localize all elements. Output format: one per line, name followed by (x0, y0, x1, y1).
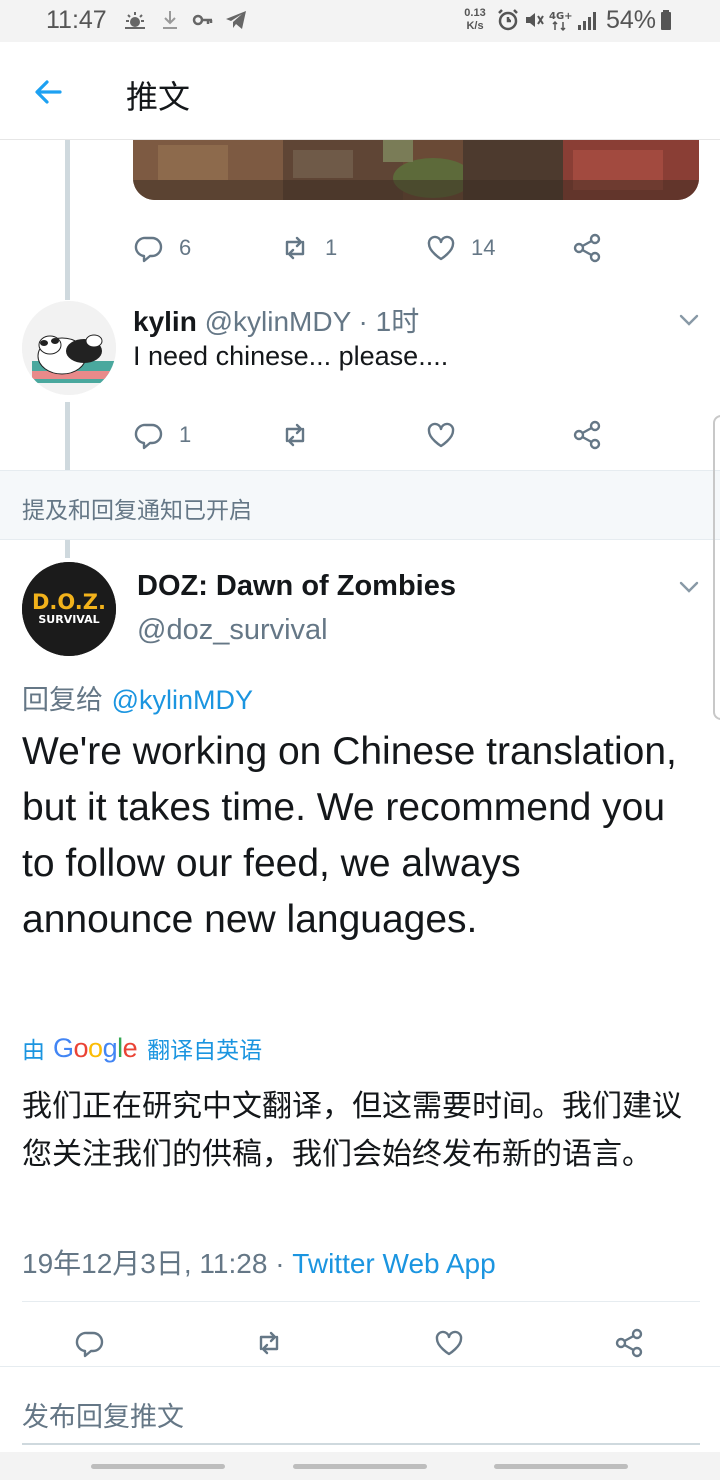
reply-to-handle-link[interactable]: @kylinMDY (112, 685, 253, 715)
reply-button[interactable]: 6 (133, 228, 191, 268)
avatar-logo-subtext: SURVIVAL (38, 613, 99, 626)
thread-line (65, 540, 70, 558)
avatar-logo-text: D.O.Z. (32, 590, 106, 614)
share-button[interactable] (571, 228, 603, 268)
divider (22, 1301, 700, 1302)
share-button[interactable] (613, 1323, 645, 1363)
like-button[interactable] (433, 1323, 465, 1363)
reply-icon (134, 236, 163, 263)
tweet-media-image[interactable] (133, 140, 699, 200)
tweet-actions: 6 1 14 (0, 228, 720, 268)
retweet-icon (285, 423, 305, 447)
replying-to: 回复给 @kylinMDY (22, 678, 253, 717)
avatar[interactable] (22, 301, 116, 395)
reply-count: 6 (179, 235, 192, 260)
compose-underline (22, 1443, 700, 1445)
tweet-timestamp: 19年12月3日, 11:28 · Twitter Web App (22, 1242, 496, 1282)
share-icon (573, 420, 601, 450)
reply-to-prefix: 回复给 (22, 685, 112, 716)
retweet-count: 1 (325, 235, 338, 260)
retweet-button[interactable]: 1 (279, 228, 337, 268)
nav-recent-button[interactable] (91, 1464, 225, 1469)
reply-count: 1 (179, 422, 192, 447)
edge-panel-handle[interactable] (713, 415, 720, 720)
author-handle[interactable]: @kylinMDY (205, 306, 351, 337)
translated-prefix: 由 (22, 1038, 45, 1064)
reply-icon (134, 423, 163, 450)
avatar[interactable]: D.O.Z. SURVIVAL (22, 562, 116, 656)
like-button[interactable] (425, 415, 457, 455)
chevron-down-icon[interactable] (677, 308, 701, 332)
notice-text: 提及和回复通知已开启 (22, 498, 252, 524)
google-logo: Google (53, 1032, 138, 1063)
thread-line (65, 140, 70, 300)
mute-icon (526, 13, 544, 27)
page-title: 推文 (126, 78, 191, 116)
chevron-down-icon[interactable] (677, 575, 701, 599)
translated-suffix: 翻译自英语 (147, 1038, 263, 1064)
system-nav-bar (0, 1452, 720, 1480)
tweet-header: kylin @kylinMDY · 1时 (133, 300, 419, 340)
like-count: 14 (471, 235, 496, 260)
status-time: 11:47 (46, 6, 107, 34)
reply-icon (75, 1331, 104, 1358)
timestamp-date: 19年12月3日, 11:28 · (22, 1248, 293, 1279)
download-icon (163, 11, 177, 29)
like-button[interactable]: 14 (425, 228, 495, 268)
tweet-time: · 1时 (350, 306, 420, 337)
tweet-text: I need chinese... please.... (133, 341, 449, 371)
heart-icon (435, 1330, 463, 1356)
tweet-actions: 1 (0, 415, 720, 455)
share-button[interactable] (571, 415, 603, 455)
telegram-icon (226, 11, 246, 29)
reply-button[interactable]: 1 (133, 415, 191, 455)
back-arrow-icon[interactable] (30, 74, 66, 110)
app-bar: 推文 (0, 42, 720, 140)
alarm-icon (498, 9, 518, 31)
author-handle[interactable]: @doz_survival (137, 614, 328, 647)
status-bar: 11:47 0.13 K/s 4G+ 54% (0, 0, 720, 42)
vpn-key-icon (192, 14, 213, 26)
nav-home-button[interactable] (293, 1464, 427, 1469)
battery-percent: 54% (606, 6, 657, 34)
retweet-button[interactable] (253, 1323, 285, 1363)
heart-icon (427, 422, 455, 448)
translated-text: 我们正在研究中文翻译，但这需要时间。我们建议您关注我们的供稿，我们会始终发布新的… (22, 1089, 682, 1172)
reply-placeholder: 发布回复推文 (22, 1402, 184, 1433)
heart-icon (427, 235, 455, 261)
svg-text:4G+: 4G+ (549, 11, 572, 22)
author-name[interactable]: DOZ: Dawn of Zombies (137, 570, 456, 603)
share-icon (573, 233, 601, 263)
retweet-icon (285, 236, 305, 260)
author-name[interactable]: kylin (133, 306, 197, 337)
notification-notice: 提及和回复通知已开启 (0, 470, 720, 540)
reply-button[interactable] (74, 1323, 106, 1363)
nav-back-button[interactable] (494, 1464, 628, 1469)
tweet-text: We're working on Chinese translation, bu… (22, 730, 677, 941)
tweet-actions (0, 1323, 720, 1363)
share-icon (615, 1328, 643, 1358)
retweet-button[interactable] (279, 415, 311, 455)
weather-sun-icon (125, 12, 145, 29)
translated-by[interactable]: 由 Google 翻译自英语 (22, 1030, 262, 1066)
network-speed: 0.13 K/s (464, 7, 486, 32)
battery-icon (661, 10, 671, 30)
retweet-icon (259, 1331, 279, 1355)
lte-4g-icon: 4G+ (549, 11, 572, 32)
source-app-link[interactable]: Twitter Web App (292, 1248, 495, 1279)
signal-icon (578, 12, 596, 30)
